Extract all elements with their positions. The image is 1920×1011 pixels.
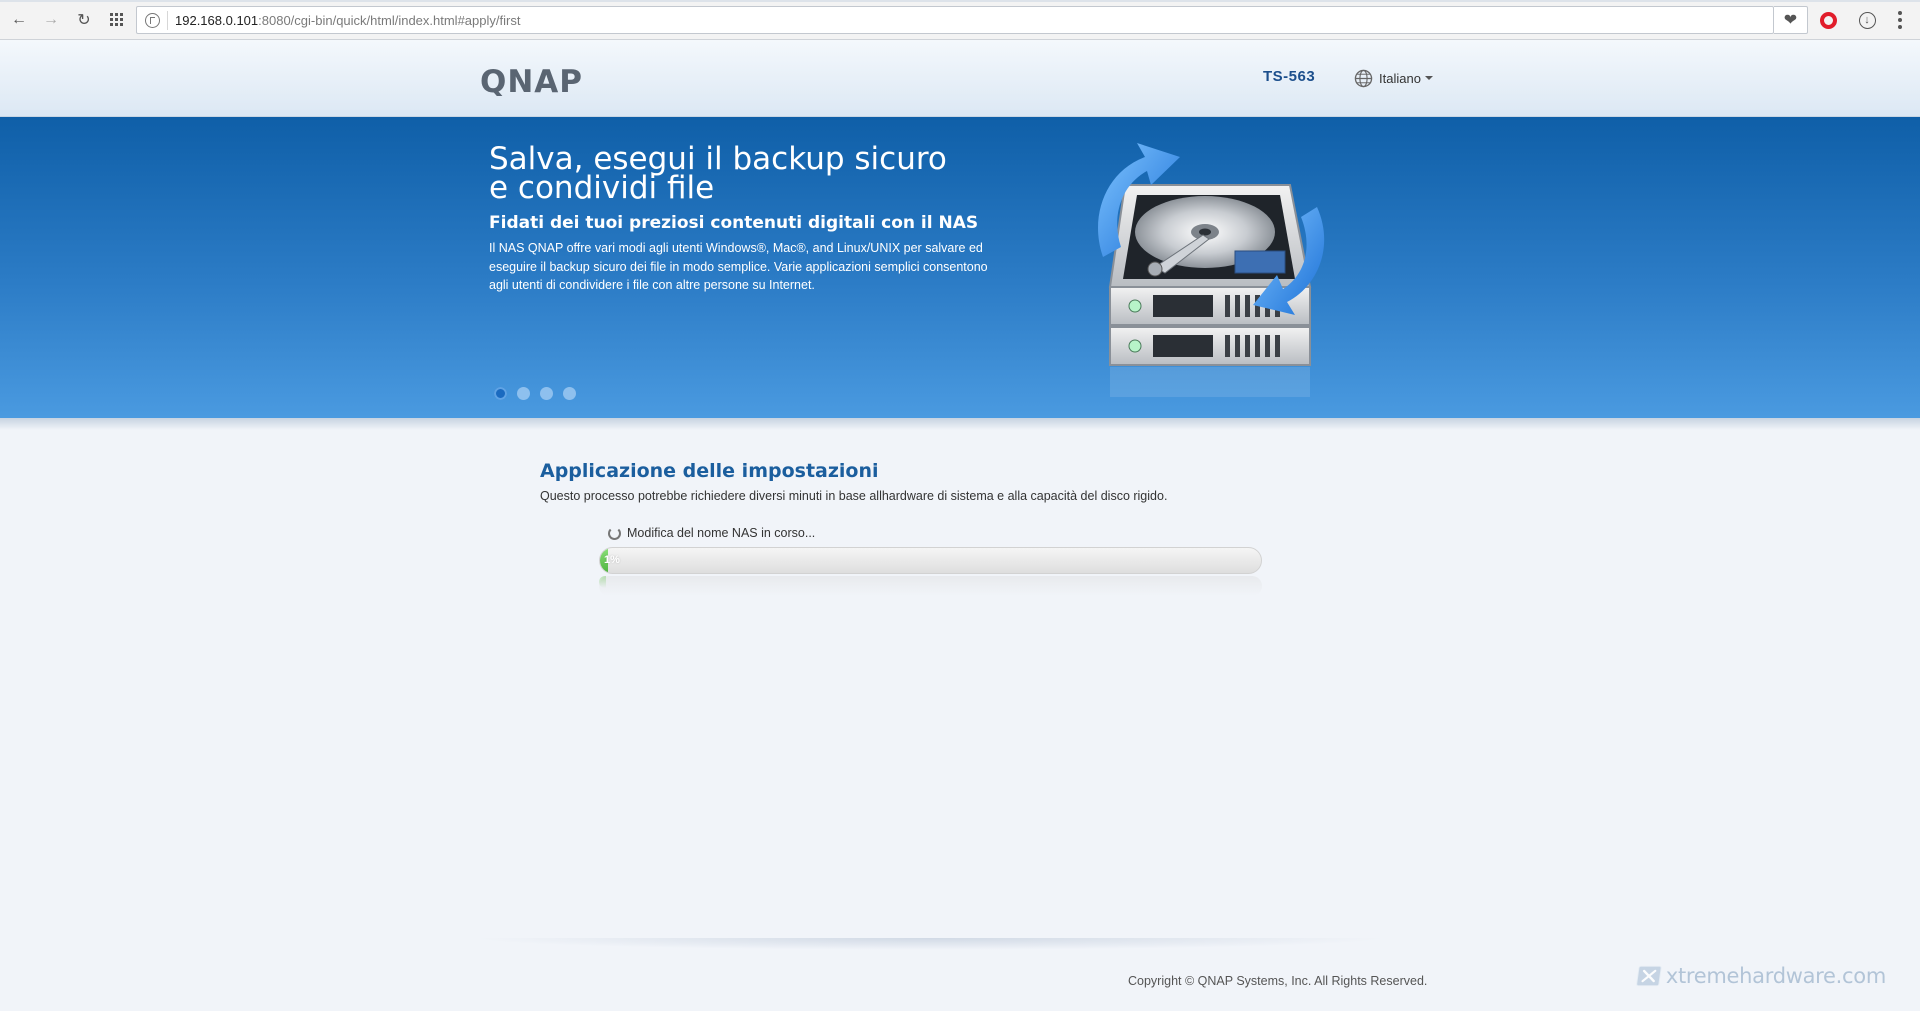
footer-divider: [470, 938, 1390, 950]
banner-text: Il NAS QNAP offre vari modi agli utenti …: [489, 241, 988, 292]
url-text[interactable]: 192.168.0.101:8080/cgi-bin/quick/html/in…: [175, 13, 520, 28]
forward-icon[interactable]: →: [40, 9, 62, 31]
url-host: 192.168.0.101: [175, 13, 259, 28]
qnap-header: QNAP TS-563 Italiano: [0, 40, 1920, 117]
apply-settings-panel: Applicazione delle impostazioni Questo p…: [540, 460, 1340, 503]
banner-subtitle: Fidati dei tuoi preziosi contenuti digit…: [489, 213, 979, 233]
chevron-down-icon: [1424, 76, 1433, 80]
url-path: :8080/cgi-bin/quick/html/index.html#appl…: [258, 13, 521, 28]
copyright-text: Copyright © QNAP Systems, Inc. All Right…: [1128, 974, 1428, 988]
promo-banner: Salva, esegui il backup sicuro e condivi…: [0, 117, 1920, 418]
download-icon[interactable]: ↓: [1857, 10, 1877, 30]
banner-title: Salva, esegui il backup sicuro e condivi…: [489, 144, 1009, 206]
reload-icon[interactable]: ↻: [73, 9, 95, 31]
carousel-dot[interactable]: [494, 387, 507, 400]
progress-bar: 1%: [599, 547, 1262, 574]
progress-reflection-fill: [599, 576, 606, 588]
progress-reflection: [599, 576, 1262, 596]
browser-toolbar: ← → ↻ 192.168.0.101:8080/cgi-bin/quick/h…: [0, 0, 1920, 40]
banner-shadow: [0, 418, 1920, 430]
progress-label: 1%: [604, 554, 620, 566]
watermark-text: xtremehardware.com: [1665, 964, 1886, 988]
status-row: Modifica del nome NAS in corso...: [608, 526, 815, 540]
site-info-icon[interactable]: [145, 13, 160, 28]
address-separator: [167, 11, 168, 30]
language-label: Italiano: [1379, 70, 1421, 86]
banner-title-line2: e condividi file: [489, 170, 715, 206]
spinner-icon: [608, 526, 621, 540]
opera-icon[interactable]: [1818, 10, 1838, 30]
svg-text:QNAP: QNAP: [480, 64, 583, 96]
hard-drive-backup-icon: [1098, 143, 1325, 397]
carousel-dot[interactable]: [517, 387, 530, 400]
globe-icon: [1354, 69, 1373, 87]
watermark-logo-icon: [1636, 965, 1662, 987]
carousel-dot[interactable]: [540, 387, 553, 400]
carousel-dots: [494, 387, 576, 400]
page-title: Applicazione delle impostazioni: [540, 460, 879, 482]
qnap-logo: QNAP: [480, 64, 583, 96]
address-bar[interactable]: 192.168.0.101:8080/cgi-bin/quick/html/in…: [136, 6, 1774, 34]
speed-dial-icon[interactable]: [106, 9, 128, 31]
page-description: Questo processo potrebbe richiedere dive…: [540, 489, 1168, 503]
watermark: xtremehardware.com: [1636, 946, 1886, 1006]
tab-strip-edge: [0, 0, 1920, 2]
carousel-dot[interactable]: [563, 387, 576, 400]
menu-icon[interactable]: [1890, 10, 1910, 30]
back-icon[interactable]: ←: [8, 9, 30, 31]
language-select[interactable]: Italiano: [1354, 68, 1433, 88]
status-text: Modifica del nome NAS in corso...: [627, 526, 816, 540]
bookmark-heart-icon[interactable]: ❤: [1774, 6, 1808, 34]
model-name: TS-563: [1263, 68, 1316, 85]
